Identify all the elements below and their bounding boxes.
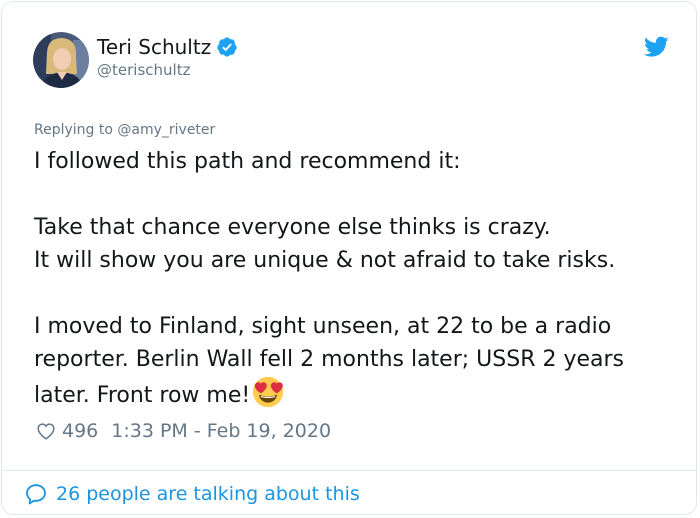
replying-to: Replying to @amy_riveter — [34, 122, 215, 138]
replying-prefix: Replying to — [34, 122, 113, 138]
tweet-card: Teri Schultz @terischultz Replying to @a… — [1, 1, 697, 515]
author-name[interactable]: Teri Schultz — [97, 35, 211, 59]
divider — [3, 470, 697, 471]
talking-count-label[interactable]: 26 people are talking about this — [56, 483, 360, 505]
tweet-meta: 496 1:33 PM - Feb 19, 2020 — [35, 420, 331, 442]
heart-icon[interactable] — [35, 420, 57, 442]
tweet-text: I followed this path and recommend it: T… — [34, 145, 684, 412]
tweet-paragraph: I moved to Finland, sight unseen, at 22 … — [34, 310, 684, 412]
speech-bubble-icon — [26, 484, 46, 505]
like-count[interactable]: 496 — [62, 420, 98, 442]
heart-eyes-emoji-icon — [253, 376, 284, 408]
tweet-line: I followed this path and recommend it: — [34, 149, 461, 174]
tweet-timestamp[interactable]: 1:33 PM - Feb 19, 2020 — [111, 420, 331, 442]
tweet-line: Take that chance everyone else thinks is… — [34, 215, 551, 240]
tweet-line: I moved to Finland, sight unseen, at 22 … — [34, 314, 625, 408]
author-row[interactable]: Teri Schultz — [97, 35, 238, 59]
tweet-line: It will show you are unique & not afraid… — [34, 248, 616, 273]
reply-mention-link[interactable]: @amy_riveter — [117, 122, 215, 138]
avatar[interactable] — [33, 32, 89, 88]
twitter-bird-icon[interactable] — [644, 36, 669, 58]
author-handle[interactable]: @terischultz — [97, 61, 190, 79]
verified-badge-icon — [217, 37, 237, 57]
conversation-link[interactable]: 26 people are talking about this — [24, 482, 360, 506]
